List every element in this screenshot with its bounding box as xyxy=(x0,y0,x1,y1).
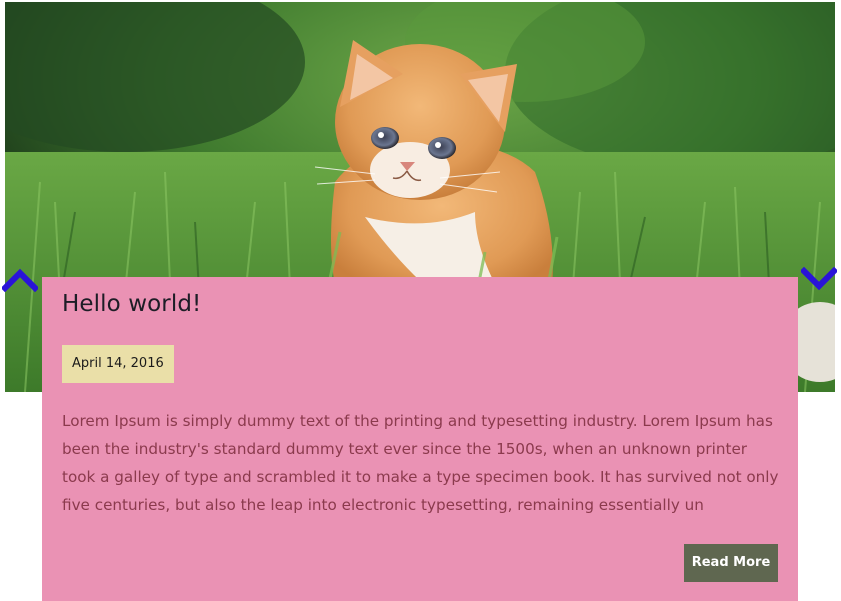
post-date-badge: April 14, 2016 xyxy=(62,345,174,383)
slider-prev-button[interactable] xyxy=(0,266,40,293)
post-title[interactable]: Hello world! xyxy=(62,291,201,317)
slider-next-button[interactable] xyxy=(799,266,839,292)
chevron-up-icon xyxy=(0,268,40,293)
chevron-down-icon xyxy=(799,266,839,291)
slider-stage: Hello world! April 14, 2016 Lorem Ipsum … xyxy=(0,0,841,601)
read-more-button[interactable]: Read More xyxy=(684,544,778,582)
post-excerpt: Lorem Ipsum is simply dummy text of the … xyxy=(62,412,779,514)
post-card: Hello world! April 14, 2016 Lorem Ipsum … xyxy=(42,277,798,601)
